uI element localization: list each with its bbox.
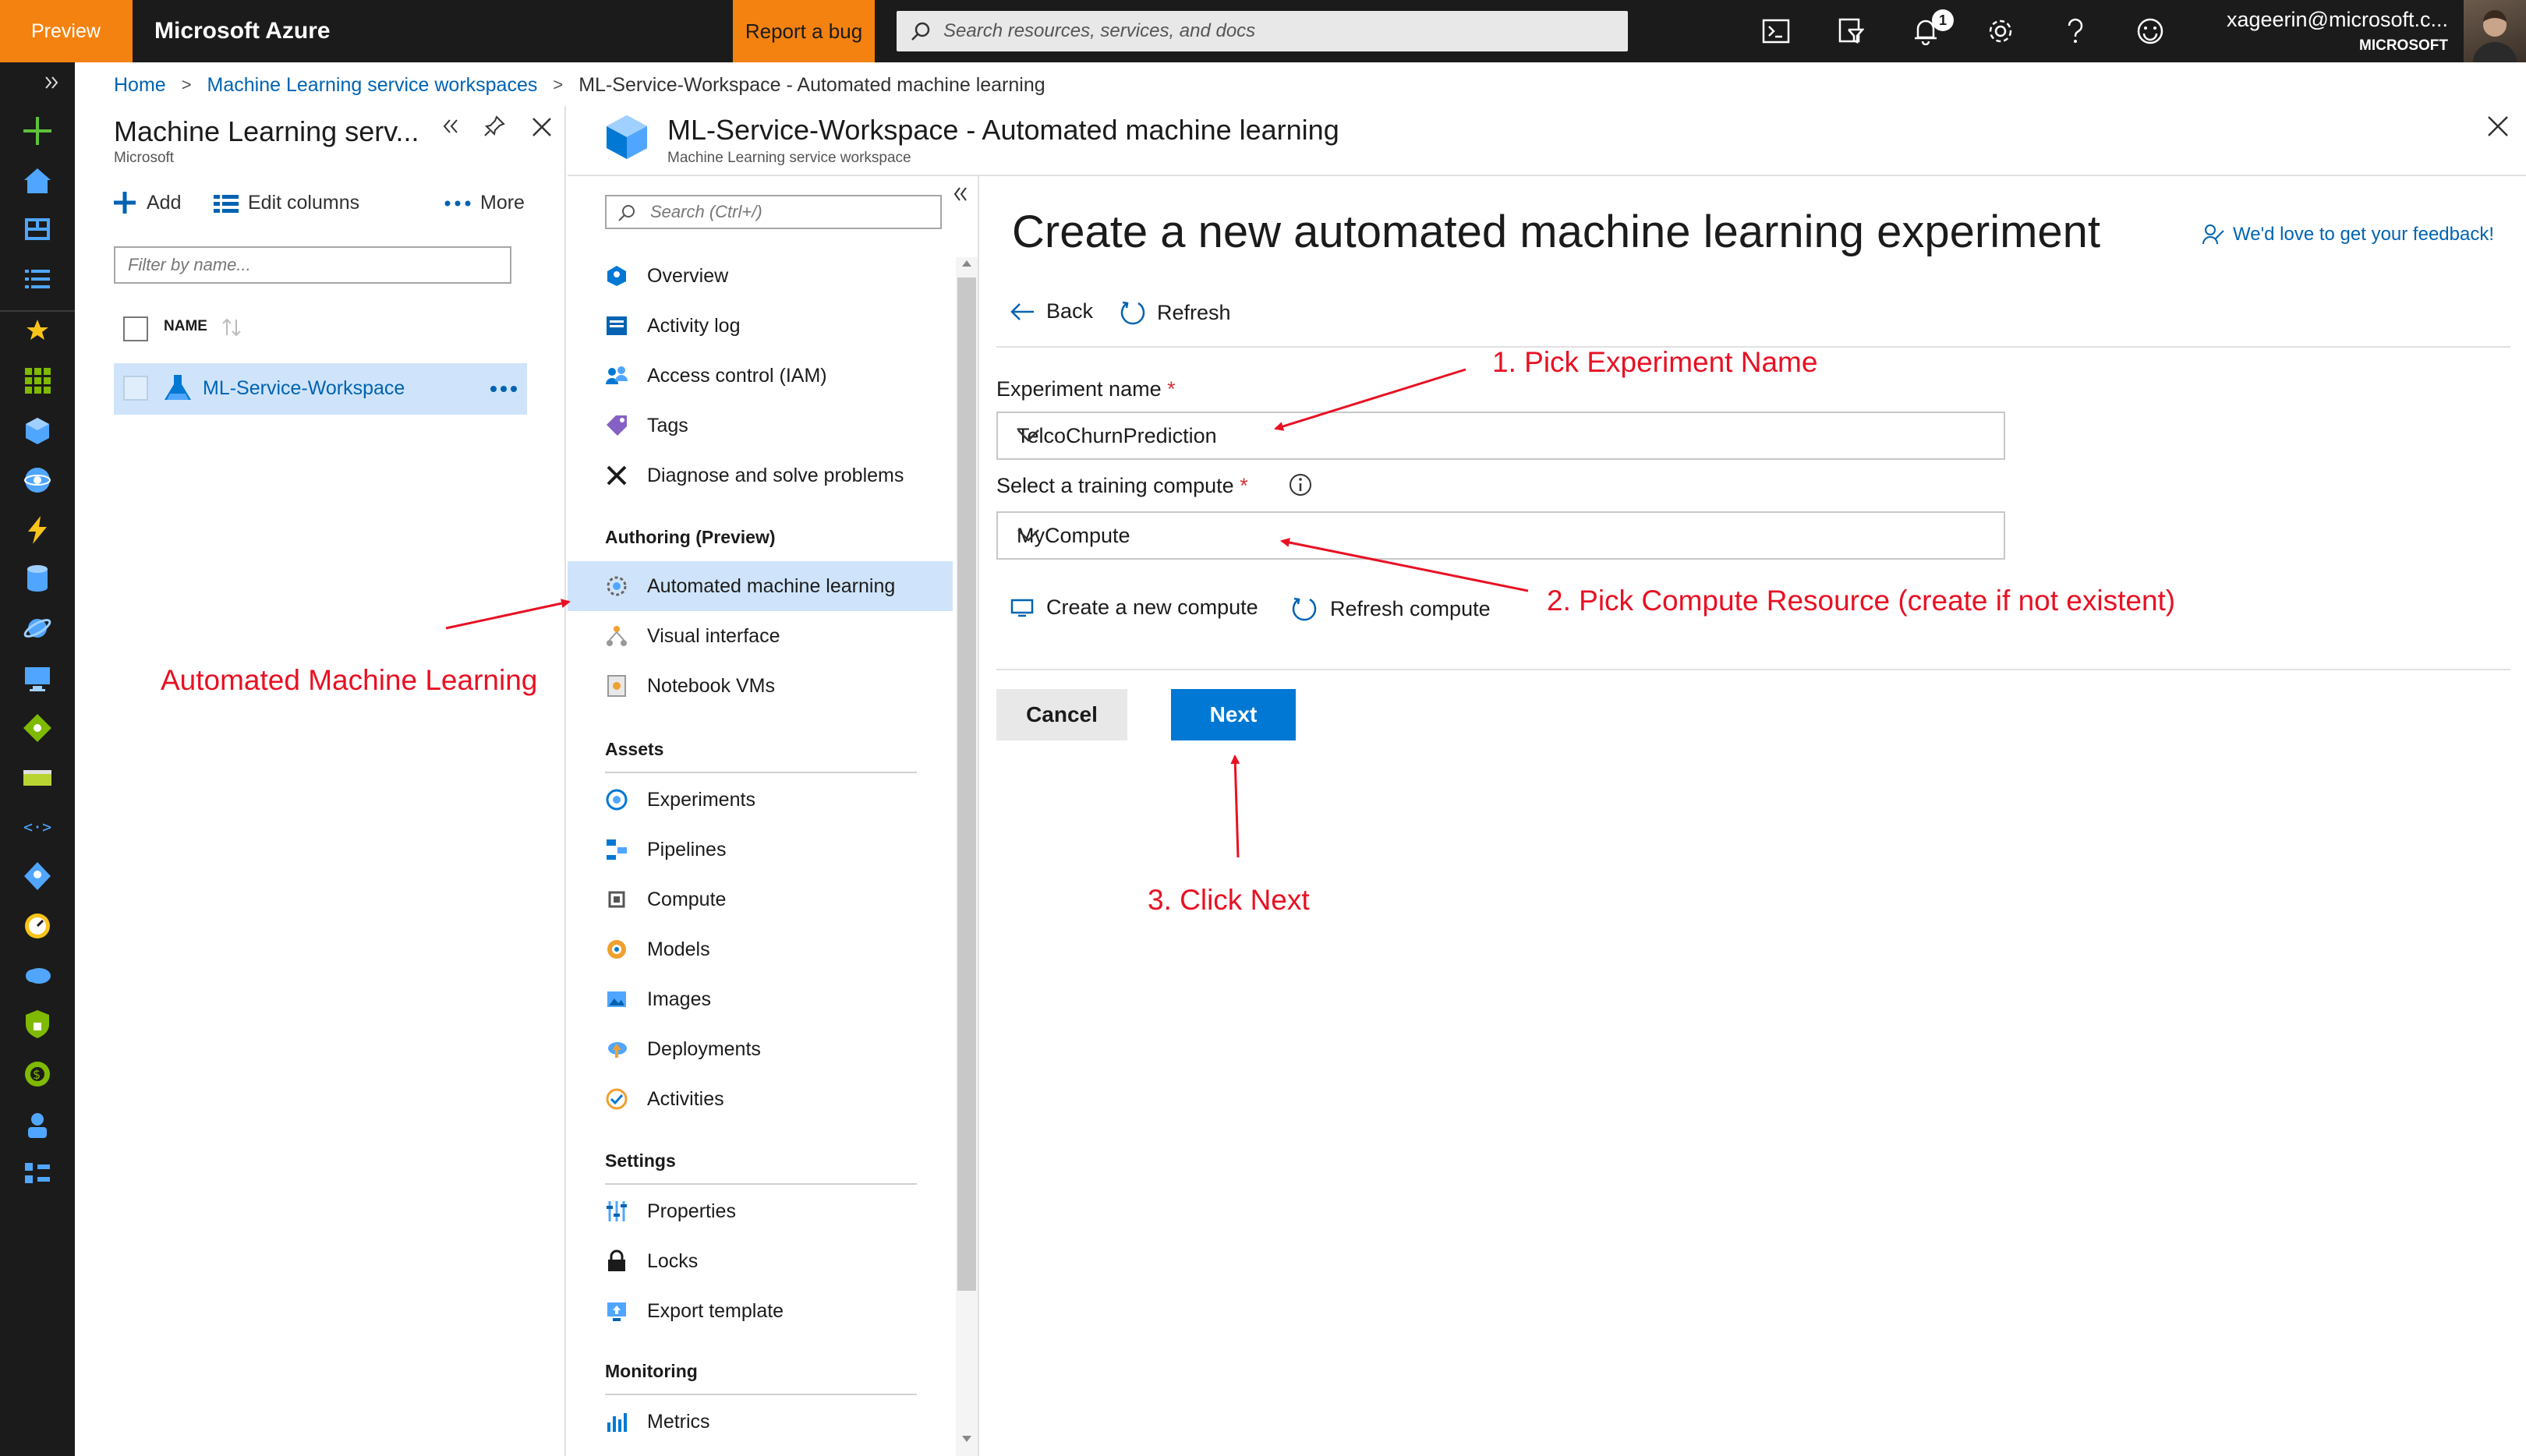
annotation-arrows [445, 368, 1529, 858]
annotation-step3: 3. Click Next [1148, 884, 1310, 916]
annotation-arrow-automl [445, 599, 571, 630]
annotation-arrow-1 [1274, 368, 1466, 431]
annotation-arrow-2 [1280, 538, 1529, 592]
annotation-automl: Automated Machine Learning [161, 664, 538, 696]
annotation-step1: 1. Pick Experiment Name [1492, 346, 1818, 378]
annotation-arrow-3 [1230, 755, 1240, 858]
annotation-step2: 2. Pick Compute Resource (create if not … [1547, 585, 2176, 617]
